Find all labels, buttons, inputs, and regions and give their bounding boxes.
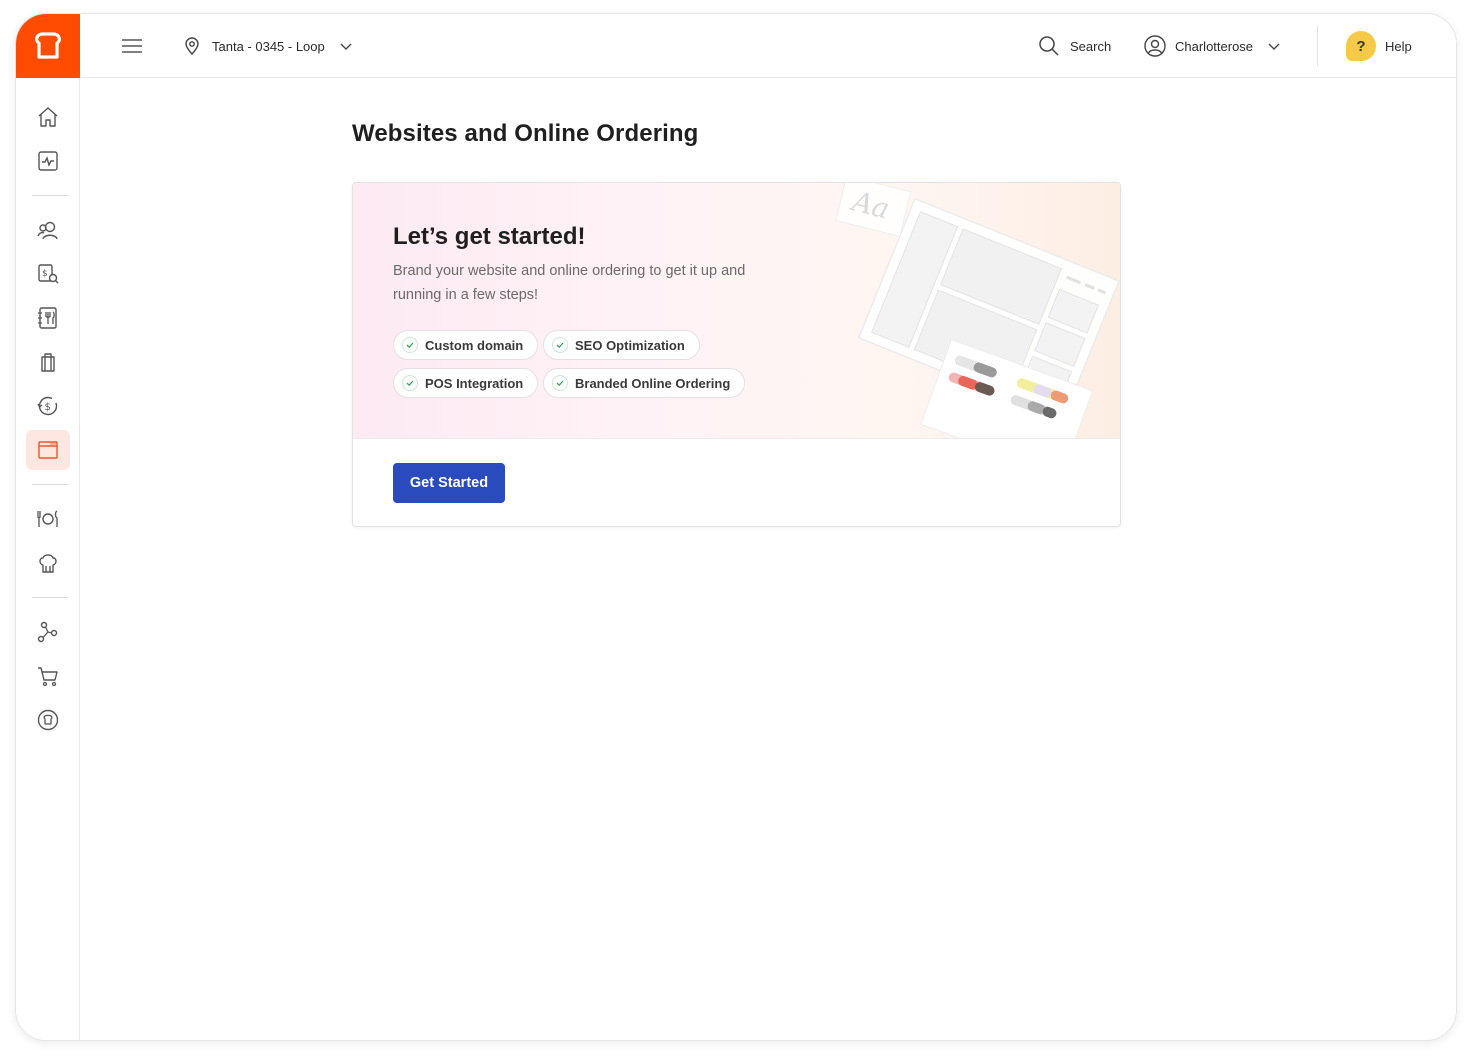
top-bar: Tanta - 0345 - Loop Search Charlotterose bbox=[80, 14, 1456, 78]
payment-search-icon: $ bbox=[38, 264, 59, 284]
chevron-down-icon bbox=[1268, 43, 1280, 50]
user-name: Charlotterose bbox=[1175, 38, 1254, 54]
nav-divider bbox=[32, 484, 68, 485]
chef-hat-icon bbox=[39, 554, 57, 573]
dollar-cycle-icon: $ bbox=[37, 396, 58, 416]
website-mockup-illustration: Aa bbox=[835, 183, 1120, 438]
check-icon bbox=[402, 337, 418, 353]
menu-toggle-button[interactable] bbox=[120, 14, 144, 78]
sidebar: $ $ bbox=[16, 78, 80, 1040]
nav-analytics[interactable] bbox=[26, 141, 70, 181]
guests-icon bbox=[37, 221, 58, 240]
feature-label: Custom domain bbox=[425, 337, 524, 353]
hero-banner: Let’s get started! Brand your website an… bbox=[353, 183, 1120, 439]
feature-label: SEO Optimization bbox=[575, 337, 685, 353]
feature-chip: Custom domain bbox=[393, 330, 539, 360]
nav-home[interactable] bbox=[26, 97, 70, 137]
home-icon bbox=[38, 107, 58, 127]
user-menu[interactable]: Charlotterose bbox=[1143, 14, 1281, 78]
nav-restaurant[interactable] bbox=[26, 499, 70, 539]
logo[interactable] bbox=[16, 14, 80, 78]
dining-icon bbox=[37, 510, 58, 527]
help-icon: ? bbox=[1346, 31, 1376, 61]
shopping-bag-icon bbox=[41, 353, 55, 372]
app-window: Tanta - 0345 - Loop Search Charlotterose bbox=[16, 14, 1456, 1040]
card-title: Let’s get started! bbox=[393, 223, 586, 250]
nav-account[interactable] bbox=[26, 700, 70, 740]
nav-guests[interactable] bbox=[26, 210, 70, 250]
location-selector[interactable]: Tanta - 0345 - Loop bbox=[182, 14, 353, 78]
check-icon bbox=[552, 337, 568, 353]
feature-chip: Branded Online Ordering bbox=[543, 368, 746, 398]
nav-kitchen[interactable] bbox=[26, 543, 70, 583]
analytics-icon bbox=[38, 151, 58, 171]
feature-label: Branded Online Ordering bbox=[575, 375, 731, 391]
nav-payments[interactable]: $ bbox=[26, 254, 70, 294]
nav-loyalty[interactable]: $ bbox=[26, 386, 70, 426]
toast-circle-icon bbox=[37, 709, 59, 731]
search-button[interactable]: Search bbox=[1038, 14, 1111, 78]
get-started-button[interactable]: Get Started bbox=[393, 463, 505, 503]
nav-shop[interactable] bbox=[26, 656, 70, 696]
nav-integrations[interactable] bbox=[26, 612, 70, 652]
shopping-cart-icon bbox=[38, 667, 58, 687]
search-label: Search bbox=[1070, 38, 1112, 54]
check-icon bbox=[402, 375, 418, 391]
get-started-card: Let’s get started! Brand your website an… bbox=[352, 182, 1121, 527]
nav-orders[interactable] bbox=[26, 342, 70, 382]
feature-chip: POS Integration bbox=[393, 368, 539, 398]
feature-chip: SEO Optimization bbox=[543, 330, 700, 360]
check-icon bbox=[552, 375, 568, 391]
browser-window-icon bbox=[38, 441, 58, 459]
nav-divider bbox=[32, 597, 68, 598]
user-avatar-icon bbox=[1144, 35, 1166, 57]
location-label: Tanta - 0345 - Loop bbox=[212, 38, 325, 54]
svg-text:$: $ bbox=[45, 402, 51, 413]
nav-menu[interactable] bbox=[26, 298, 70, 338]
search-icon bbox=[1039, 36, 1059, 56]
integrations-icon bbox=[37, 621, 58, 643]
toast-logo-icon bbox=[35, 32, 61, 59]
card-description: Brand your website and online ordering t… bbox=[393, 263, 746, 303]
feature-label: POS Integration bbox=[425, 375, 524, 391]
chevron-down-icon bbox=[340, 43, 352, 50]
hamburger-icon bbox=[122, 39, 142, 53]
svg-text:$: $ bbox=[42, 269, 48, 279]
page-title: Websites and Online Ordering bbox=[352, 120, 699, 147]
nav-divider bbox=[32, 195, 68, 196]
menu-book-icon bbox=[38, 307, 57, 329]
topbar-divider bbox=[1317, 26, 1318, 66]
help-button[interactable]: ? Help bbox=[1346, 14, 1412, 78]
location-pin-icon bbox=[185, 37, 199, 56]
nav-websites[interactable] bbox=[26, 430, 70, 470]
help-label: Help bbox=[1385, 38, 1412, 54]
